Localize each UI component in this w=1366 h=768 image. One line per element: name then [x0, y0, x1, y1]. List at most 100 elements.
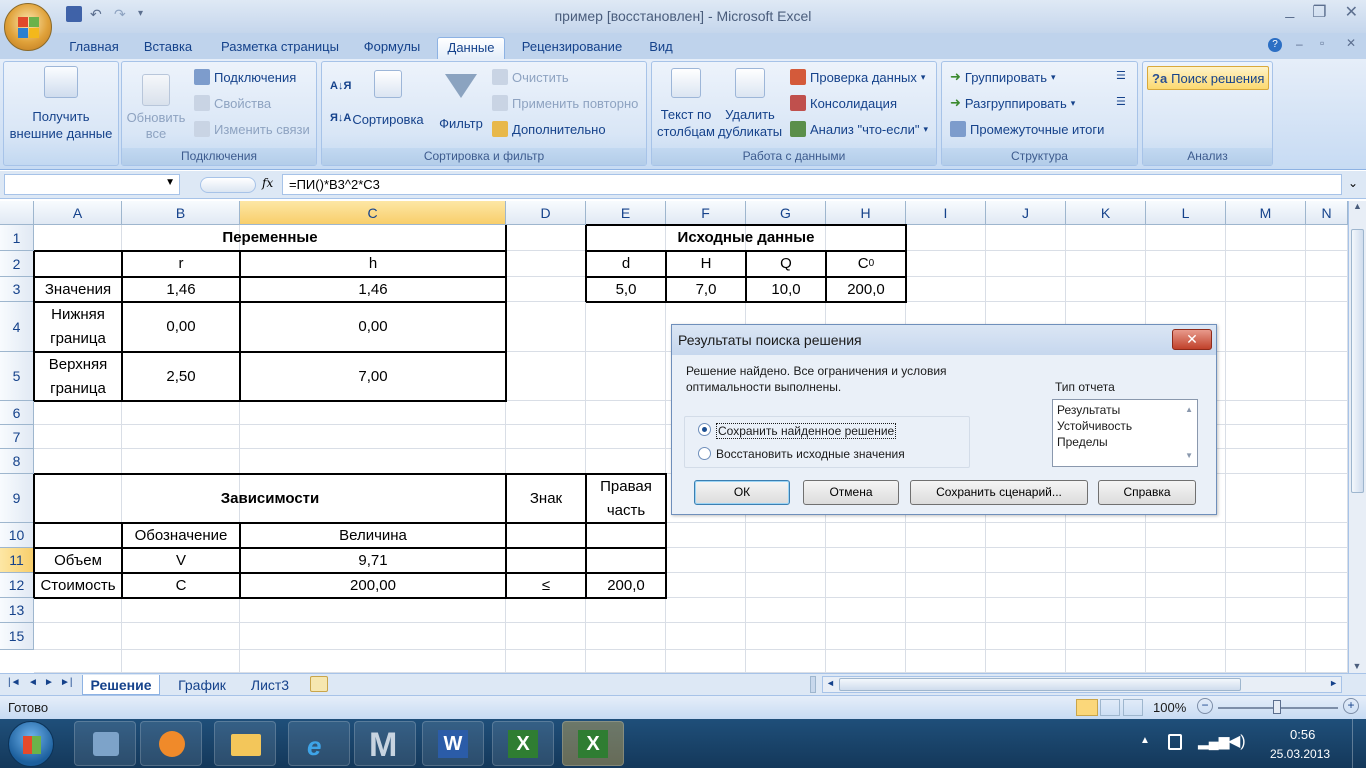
- tab-data[interactable]: Данные: [437, 37, 505, 59]
- column-header-i[interactable]: I: [906, 201, 986, 225]
- column-header-c[interactable]: C: [240, 201, 506, 225]
- h-scroll-thumb[interactable]: [839, 678, 1241, 691]
- scroll-right-icon[interactable]: ►: [1329, 678, 1338, 688]
- first-sheet-icon[interactable]: |◄: [8, 677, 21, 688]
- row-header-5[interactable]: 5: [0, 352, 34, 401]
- cell-a9-deps-header[interactable]: Зависимости: [34, 474, 506, 523]
- volume-icon[interactable]: ◀): [1228, 731, 1246, 751]
- save-scenario-button[interactable]: Сохранить сценарий...: [910, 480, 1088, 505]
- taskbar-excel-1[interactable]: X: [492, 721, 554, 766]
- column-header-e[interactable]: E: [586, 201, 666, 225]
- cell-e9[interactable]: Правая часть: [586, 474, 666, 523]
- column-header-b[interactable]: B: [122, 201, 240, 225]
- taskbar-ie[interactable]: e: [288, 721, 350, 766]
- row-header-13[interactable]: 13: [0, 598, 34, 623]
- list-scroll-down-icon[interactable]: ▼: [1185, 448, 1193, 464]
- office-button[interactable]: [4, 3, 52, 51]
- cell-e3[interactable]: 5,0: [586, 277, 666, 302]
- show-hidden-icons[interactable]: ▲: [1140, 735, 1150, 746]
- cell-f3[interactable]: 7,0: [666, 277, 746, 302]
- expand-formula-icon[interactable]: ⌄: [1348, 176, 1358, 190]
- cell-a4[interactable]: Нижняя граница: [34, 302, 122, 352]
- scroll-thumb[interactable]: [1351, 229, 1364, 493]
- tab-split-handle[interactable]: [810, 676, 816, 693]
- consolidation-button[interactable]: Консолидация: [790, 95, 897, 111]
- tab-formulas[interactable]: Формулы: [356, 37, 428, 59]
- scroll-up-icon[interactable]: ▲: [1349, 201, 1366, 217]
- name-box[interactable]: ▼: [4, 174, 180, 195]
- sort-button[interactable]: Сортировка: [352, 70, 424, 127]
- column-header-f[interactable]: F: [666, 201, 746, 225]
- next-sheet-icon[interactable]: ►: [44, 677, 54, 688]
- cell-c12[interactable]: 200,00: [240, 573, 506, 598]
- last-sheet-icon[interactable]: ►|: [60, 677, 73, 688]
- row-header-11[interactable]: 11: [0, 548, 34, 573]
- show-desktop-button[interactable]: [1352, 719, 1366, 768]
- taskbar-mathcad[interactable]: M: [354, 721, 416, 766]
- ribbon-restore-icon[interactable]: ▫: [1320, 36, 1324, 50]
- minimize-icon[interactable]: _: [1285, 2, 1294, 22]
- cell-a12[interactable]: Стоимость: [34, 573, 122, 598]
- page-break-view-icon[interactable]: [1123, 699, 1143, 716]
- restore-values-radio[interactable]: [698, 447, 711, 460]
- taskbar-excel-2[interactable]: X: [562, 721, 624, 766]
- row-header-10[interactable]: 10: [0, 523, 34, 548]
- column-header-l[interactable]: L: [1146, 201, 1226, 225]
- show-detail-icon[interactable]: ☰: [1116, 69, 1126, 82]
- cell-g2[interactable]: Q: [746, 251, 826, 277]
- cell-e1-source-header[interactable]: Исходные данные: [586, 225, 906, 251]
- cell-b5[interactable]: 2,50: [122, 352, 240, 401]
- sheet-tab-chart[interactable]: График: [172, 675, 232, 695]
- subtotal-button[interactable]: Промежуточные итоги: [950, 121, 1104, 137]
- sheet-tab-3[interactable]: Лист3: [244, 675, 296, 695]
- cell-b2[interactable]: r: [122, 251, 240, 277]
- cell-e12[interactable]: 200,0: [586, 573, 666, 598]
- text-to-columns-button[interactable]: Текст по столбцам: [654, 68, 718, 140]
- zoom-level[interactable]: 100%: [1153, 700, 1186, 715]
- cell-c5[interactable]: 7,00: [240, 352, 506, 401]
- cell-g3[interactable]: 10,0: [746, 277, 826, 302]
- cell-h3[interactable]: 200,0: [826, 277, 906, 302]
- column-header-m[interactable]: M: [1226, 201, 1306, 225]
- column-header-h[interactable]: H: [826, 201, 906, 225]
- scroll-left-icon[interactable]: ◄: [826, 678, 835, 688]
- cell-e2[interactable]: d: [586, 251, 666, 277]
- normal-view-icon[interactable]: [1076, 699, 1098, 716]
- properties-button[interactable]: Свойства: [194, 95, 271, 111]
- row-header-8[interactable]: 8: [0, 449, 34, 474]
- filter-button[interactable]: Фильтр: [430, 70, 492, 131]
- help-icon[interactable]: ?: [1268, 38, 1282, 52]
- cell-a5[interactable]: Верхняя граница: [34, 352, 122, 401]
- cell-c4[interactable]: 0,00: [240, 302, 506, 352]
- help-button[interactable]: Справка: [1098, 480, 1196, 505]
- taskbar-media-player[interactable]: [140, 721, 202, 766]
- clock-time[interactable]: 0:56: [1290, 727, 1315, 742]
- reapply-button[interactable]: Применить повторно: [492, 95, 638, 111]
- report-type-list[interactable]: Результаты Устойчивость Пределы ▲ ▼: [1052, 399, 1198, 467]
- ribbon-minimize-icon[interactable]: –: [1296, 37, 1303, 51]
- start-button[interactable]: [8, 721, 54, 767]
- remove-duplicates-button[interactable]: Удалить дубликаты: [718, 68, 782, 140]
- taskbar-control-panel[interactable]: [74, 721, 136, 766]
- formula-input[interactable]: =ПИ()*B3^2*C3: [282, 174, 1342, 195]
- hide-detail-icon[interactable]: ☰: [1116, 95, 1126, 108]
- refresh-all-button[interactable]: Обновить все: [126, 74, 186, 142]
- row-header-9[interactable]: 9: [0, 474, 34, 523]
- horizontal-scrollbar[interactable]: ◄ ►: [822, 676, 1342, 693]
- cell-a1-vars-header[interactable]: Переменные: [34, 225, 506, 251]
- cell-a11[interactable]: Объем: [34, 548, 122, 573]
- row-header-4[interactable]: 4: [0, 302, 34, 352]
- edit-links-button[interactable]: Изменить связи: [194, 121, 310, 137]
- advanced-filter-button[interactable]: Дополнительно: [492, 121, 606, 137]
- tab-page-layout[interactable]: Разметка страницы: [212, 37, 348, 59]
- keep-solution-label[interactable]: Сохранить найденное решение: [716, 423, 897, 439]
- cell-b4[interactable]: 0,00: [122, 302, 240, 352]
- ungroup-button[interactable]: ➜ Разгруппировать ▾: [950, 95, 1075, 111]
- clock-date[interactable]: 25.03.2013: [1270, 747, 1330, 761]
- cell-c11[interactable]: 9,71: [240, 548, 506, 573]
- cell-a3[interactable]: Значения: [34, 277, 122, 302]
- tab-review[interactable]: Рецензирование: [514, 37, 630, 59]
- row-header-2[interactable]: 2: [0, 251, 34, 277]
- cell-b12[interactable]: C: [122, 573, 240, 598]
- cell-b11[interactable]: V: [122, 548, 240, 573]
